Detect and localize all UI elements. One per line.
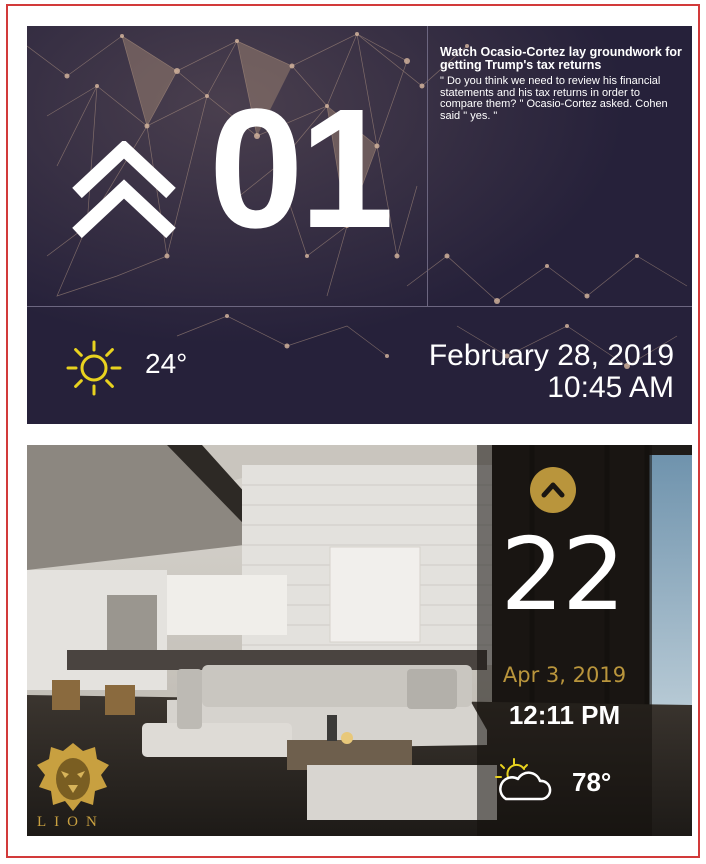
up-indicator	[530, 467, 576, 513]
date: February 28, 2019	[428, 339, 674, 372]
vertical-divider	[427, 26, 428, 306]
time: 10:45 AM	[547, 371, 674, 404]
news-body: " Do you think we need to review his fin…	[440, 75, 668, 122]
lion-logo	[37, 743, 109, 811]
floor-number: 22	[500, 516, 625, 633]
partly-cloudy-icon	[495, 758, 552, 801]
elevator-display-interior: 22 Apr 3, 2019 12:11 PM 78° LION	[27, 445, 692, 836]
double-chevron-up-icon	[72, 141, 176, 239]
date: Apr 3, 2019	[502, 663, 627, 687]
temperature: 78°	[572, 767, 612, 797]
elevator-display-dark: 01 Watch Ocasio-Cortez lay groundwork fo…	[27, 26, 692, 424]
sun-icon	[66, 340, 122, 396]
chevron-up-icon	[541, 482, 565, 498]
news-block: Watch Ocasio-Cortez lay groundwork for g…	[440, 46, 685, 122]
news-headline: Watch Ocasio-Cortez lay groundwork for g…	[440, 45, 682, 72]
time: 12:11 PM	[508, 700, 621, 730]
logo-text: LION	[37, 814, 105, 830]
horizontal-divider	[27, 306, 692, 307]
temperature: 24°	[145, 348, 188, 379]
floor-number: 01	[209, 74, 394, 264]
